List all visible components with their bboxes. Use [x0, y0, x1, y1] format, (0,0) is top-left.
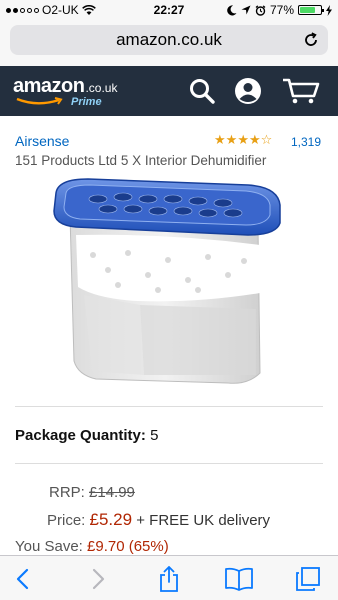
rrp-row: RRP: £14.99 [49, 484, 135, 501]
save-value: £9.70 (65%) [87, 538, 169, 555]
logo-text: amazon [13, 75, 85, 97]
product-image[interactable] [48, 175, 288, 390]
star-filled-icon: ★ [214, 132, 226, 147]
back-icon[interactable] [11, 566, 37, 592]
delivery-text: + FREE UK delivery [136, 512, 271, 529]
rating-stars[interactable]: ★ ★ ★ ★ ☆ [214, 133, 272, 147]
alarm-icon [255, 4, 266, 16]
address-bar[interactable]: amazon.co.uk [10, 25, 328, 55]
package-quantity: Package Quantity: 5 [15, 427, 158, 444]
rrp-label: RRP: [49, 484, 85, 501]
star-filled-icon: ★ [248, 132, 261, 147]
logo-tld: .co.uk [85, 81, 118, 95]
moon-icon [227, 4, 237, 15]
battery-percent: 77% [269, 3, 294, 17]
logo-prime: Prime [71, 96, 102, 108]
amazon-logo[interactable]: amazon.co.uk Prime [13, 75, 118, 108]
battery-icon [298, 5, 324, 15]
status-bar: O2-UK 22:27 77% [0, 0, 338, 20]
status-right: 77% [227, 3, 332, 17]
save-label: You Save: [15, 538, 83, 555]
price-label: Price: [47, 512, 86, 529]
cart-icon[interactable] [282, 77, 320, 105]
account-icon[interactable] [234, 77, 262, 105]
amazon-header: amazon.co.uk Prime [0, 66, 338, 116]
reload-icon[interactable] [302, 31, 320, 49]
smile-icon [16, 97, 63, 105]
package-quantity-label: Package Quantity: [15, 427, 146, 444]
package-quantity-value: 5 [150, 427, 159, 444]
price-value: £5.29 [89, 510, 133, 529]
savings-row: You Save: £9.70 (65%) [15, 538, 169, 555]
search-icon[interactable] [188, 77, 216, 105]
charging-icon [326, 4, 332, 16]
tabs-icon[interactable] [295, 566, 321, 592]
url-text: amazon.co.uk [116, 30, 222, 49]
rrp-value: £14.99 [89, 484, 135, 501]
forward-icon[interactable] [84, 566, 110, 592]
star-filled-icon: ★ [225, 132, 238, 147]
price-row: Price: £5.29 + FREE UK delivery [47, 510, 270, 530]
product-title: 151 Products Ltd 5 X Interior Dehumidifi… [15, 153, 267, 168]
star-filled-icon: ★ [237, 132, 249, 147]
divider [15, 406, 323, 407]
brand-link[interactable]: Airsense [15, 133, 69, 149]
divider [15, 463, 323, 464]
share-icon[interactable] [156, 566, 182, 592]
browser-url-area: amazon.co.uk [0, 20, 338, 66]
browser-toolbar [0, 555, 338, 600]
star-empty-icon: ☆ [260, 132, 273, 147]
location-icon [241, 5, 251, 15]
rating-count[interactable]: 1,319 [291, 135, 321, 149]
bookmarks-icon[interactable] [224, 566, 254, 592]
